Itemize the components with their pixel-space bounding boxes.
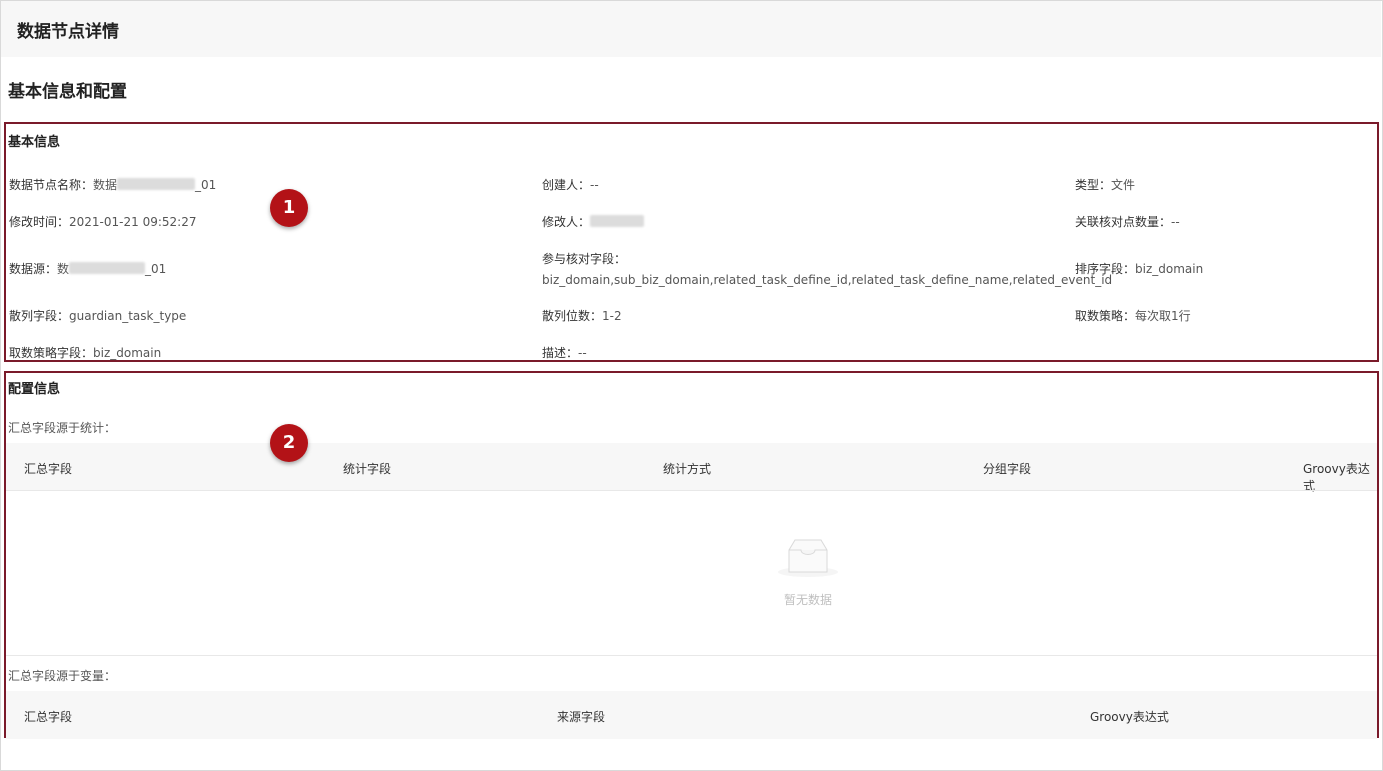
type-label: 类型： — [1075, 178, 1112, 192]
stats-col-stat-method: 统计方式 — [663, 462, 712, 476]
related-count-label: 关联核对点数量： — [1075, 215, 1172, 229]
config-info-panel — [4, 371, 1379, 738]
vars-table-header: 汇总字段 来源字段 Groovy表达式 — [6, 691, 1377, 739]
redacted-text — [69, 262, 146, 274]
datasource-label: 数据源： — [9, 262, 58, 276]
redacted-text — [117, 178, 196, 190]
sort-field-field: 排序字段：biz_domain — [1075, 260, 1203, 277]
node-name-field: 数据节点名称：数据 _01 — [9, 176, 216, 193]
vars-col-groovy: Groovy表达式 — [1090, 710, 1169, 724]
description-field: 描述：-- — [542, 344, 587, 361]
fetch-strategy-field-field: 取数策略字段：biz_domain — [9, 344, 161, 361]
creator-value: -- — [590, 178, 599, 192]
sort-field-label: 排序字段： — [1075, 262, 1136, 276]
modifier-label: 修改人： — [542, 215, 591, 229]
check-fields-label: 参与核对字段： — [542, 252, 627, 266]
type-field: 类型：文件 — [1075, 176, 1135, 193]
config-info-title: 配置信息 — [8, 382, 61, 397]
table-divider — [6, 490, 1377, 491]
table-divider — [6, 655, 1377, 656]
stats-table-header: 汇总字段 统计字段 统计方式 分组字段 Groovy表达式 — [6, 443, 1377, 493]
hash-digits-value: 1-2 — [602, 309, 622, 323]
annotation-badge-2: 2 — [270, 424, 308, 462]
fetch-strategy-field-value: biz_domain — [93, 346, 162, 360]
modifier-field: 修改人： — [542, 213, 645, 230]
hash-digits-label: 散列位数： — [542, 309, 603, 323]
hash-digits-field: 散列位数：1-2 — [542, 307, 622, 324]
stats-col-groovy: Groovy表达式 — [1303, 462, 1370, 493]
basic-info-panel — [4, 122, 1379, 362]
stats-col-group-field: 分组字段 — [983, 462, 1032, 476]
hash-field-value: guardian_task_type — [69, 309, 187, 323]
empty-inbox-icon — [778, 539, 838, 577]
hash-field-label: 散列字段： — [9, 309, 70, 323]
datasource-value-prefix: 数 — [57, 262, 70, 276]
section-title: 基本信息和配置 — [8, 82, 127, 102]
creator-field: 创建人：-- — [542, 176, 599, 193]
node-name-label: 数据节点名称： — [9, 178, 94, 192]
datasource-value-suffix: _01 — [145, 262, 167, 276]
fetch-strategy-field: 取数策略：每次取1行 — [1075, 307, 1191, 324]
hash-field-field: 散列字段：guardian_task_type — [9, 307, 186, 324]
fetch-strategy-label: 取数策略： — [1075, 309, 1136, 323]
sort-field-value: biz_domain — [1135, 262, 1204, 276]
vars-col-source-field: 来源字段 — [557, 710, 606, 724]
description-value: -- — [578, 346, 587, 360]
modified-time-field: 修改时间：2021-01-21 09:52:27 — [9, 213, 196, 230]
page-header: 数据节点详情 — [1, 1, 1381, 57]
empty-state-text: 暂无数据 — [784, 593, 833, 607]
fetch-strategy-field-label: 取数策略字段： — [9, 346, 94, 360]
node-name-value-suffix: _01 — [195, 178, 217, 192]
fetch-strategy-value: 每次取1行 — [1135, 309, 1191, 323]
check-fields-field: 参与核对字段： biz_domain,sub_biz_domain,relate… — [542, 250, 1112, 287]
node-name-value-prefix: 数据 — [93, 178, 118, 192]
creator-label: 创建人： — [542, 178, 591, 192]
redacted-text — [590, 215, 645, 227]
type-value: 文件 — [1111, 178, 1136, 192]
description-label: 描述： — [542, 346, 579, 360]
check-fields-value: biz_domain,sub_biz_domain,related_task_d… — [542, 273, 1113, 287]
stats-col-summary-field: 汇总字段 — [24, 462, 73, 476]
annotation-badge-1: 1 — [270, 189, 308, 227]
modified-time-value: 2021-01-21 09:52:27 — [69, 215, 197, 229]
stats-source-label: 汇总字段源于统计： — [8, 421, 117, 435]
modified-time-label: 修改时间： — [9, 215, 70, 229]
page-title: 数据节点详情 — [17, 22, 119, 42]
related-count-value: -- — [1171, 215, 1180, 229]
basic-info-title: 基本信息 — [8, 135, 61, 150]
datasource-field: 数据源：数 _01 — [9, 260, 166, 277]
vars-col-summary-field: 汇总字段 — [24, 710, 73, 724]
stats-col-stat-field: 统计字段 — [343, 462, 392, 476]
vars-source-label: 汇总字段源于变量： — [8, 669, 117, 683]
related-count-field: 关联核对点数量：-- — [1075, 213, 1180, 230]
